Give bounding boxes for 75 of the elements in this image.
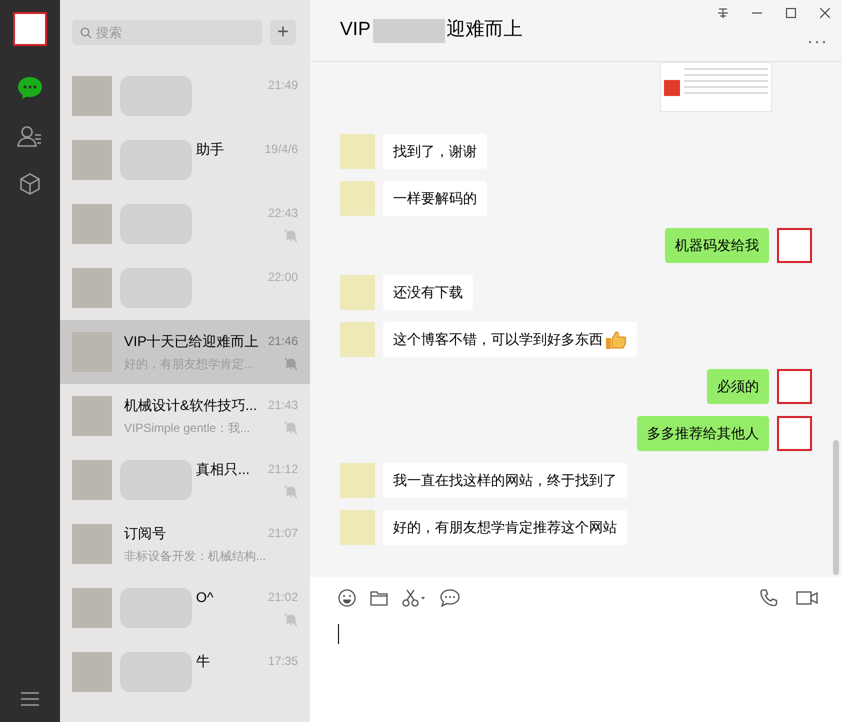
message-text: 找到了，谢谢: [393, 142, 477, 161]
avatar-image: [72, 652, 112, 692]
chat-name: O^: [196, 588, 214, 606]
close-icon[interactable]: [820, 8, 830, 18]
pin-icon[interactable]: [717, 7, 729, 19]
chat-time: 22:00: [268, 269, 298, 285]
chat-list-item[interactable]: O^ 21:02: [60, 576, 310, 640]
chat-name: 牛: [196, 652, 210, 670]
chat-name: VIP十天已给迎难而上: [124, 332, 259, 350]
message-text: 我一直在找这样的网站，终于找到了: [393, 471, 617, 490]
chat-time: 21:43: [268, 397, 298, 413]
video-camera-icon[interactable]: [796, 590, 818, 606]
avatar-image: [340, 181, 375, 216]
chat-name: 机械设计&软件技巧...: [124, 396, 258, 414]
message-text: 还没有下载: [393, 283, 463, 302]
message-text: 必须的: [717, 377, 759, 396]
message-preview: VIPSimple gentle：我...: [124, 420, 250, 436]
message-text: 机器码发给我: [675, 236, 759, 255]
avatar-image: [72, 204, 112, 244]
screenshot-image[interactable]: [660, 62, 772, 112]
avatar-image: [340, 134, 375, 169]
avatar-image: [777, 369, 812, 404]
avatar-image: [72, 460, 112, 500]
chat-list-item[interactable]: 订阅号 21:07 非标设备开发：机械结构...: [60, 512, 310, 576]
phone-icon[interactable]: [760, 589, 778, 607]
chat-list-item[interactable]: 真相只... 21:12: [60, 448, 310, 512]
chat-time: 21:02: [268, 589, 298, 605]
search-field[interactable]: 搜索: [72, 20, 262, 44]
avatar-image: [777, 416, 812, 451]
add-button[interactable]: +: [270, 20, 296, 44]
chat-name: 订阅号: [124, 524, 166, 542]
more-button[interactable]: ···: [807, 28, 828, 55]
avatar-image: [72, 140, 112, 180]
chat-title: VIP: [340, 18, 371, 42]
avatar-image: [72, 268, 112, 308]
maximize-icon[interactable]: [786, 8, 796, 18]
chat-time: 21:07: [268, 525, 298, 541]
message-preview: 非标设备开发：机械结构...: [124, 548, 266, 564]
avatar-image: [72, 396, 112, 436]
avatar-image: [72, 524, 112, 564]
favorites-icon[interactable]: [18, 172, 42, 196]
chat-list-item[interactable]: 机械设计&软件技巧... 21:43 VIPSimple gentle：我...: [60, 384, 310, 448]
avatar-image: [340, 275, 375, 310]
menu-icon[interactable]: [20, 692, 40, 706]
chat-time: 21:12: [268, 461, 298, 477]
speech-bubble-icon[interactable]: [440, 589, 460, 607]
message-text: 多多推荐给其他人: [647, 424, 759, 443]
avatar-image: [340, 510, 375, 545]
message-text: 一样要解码的: [393, 189, 477, 208]
chat-list-item[interactable]: 助手 19/4/6: [60, 128, 310, 192]
message-text: 这个博客不错，可以学到好多东西: [393, 330, 603, 349]
contacts-icon[interactable]: [17, 124, 43, 148]
avatar-image: [72, 76, 112, 116]
chat-name: 助手: [196, 140, 224, 158]
scrollbar[interactable]: [833, 440, 839, 575]
chat-title: 迎难而上: [446, 18, 523, 42]
avatar-image: [777, 228, 812, 263]
chat-time: 22:43: [268, 205, 298, 221]
folder-icon[interactable]: [370, 590, 388, 606]
scissors-icon[interactable]: [402, 589, 426, 607]
avatar-image[interactable]: [13, 12, 47, 46]
chat-icon[interactable]: [17, 76, 43, 100]
avatar-image: [340, 463, 375, 498]
emoji-icon[interactable]: [338, 589, 356, 607]
chat-time: 19/4/6: [264, 141, 298, 157]
text-cursor: [338, 624, 339, 644]
chat-list-item[interactable]: 牛 17:35: [60, 640, 310, 704]
message-text: 好的，有朋友想学肯定推荐这个网站: [393, 518, 617, 537]
chat-time: 21:46: [268, 333, 298, 349]
chat-time: 17:35: [268, 653, 298, 669]
avatar-image: [72, 588, 112, 628]
search-icon: [80, 26, 92, 38]
chat-time: 21:49: [268, 77, 298, 93]
chat-name: 真相只...: [196, 460, 250, 478]
avatar-image: [340, 322, 375, 357]
